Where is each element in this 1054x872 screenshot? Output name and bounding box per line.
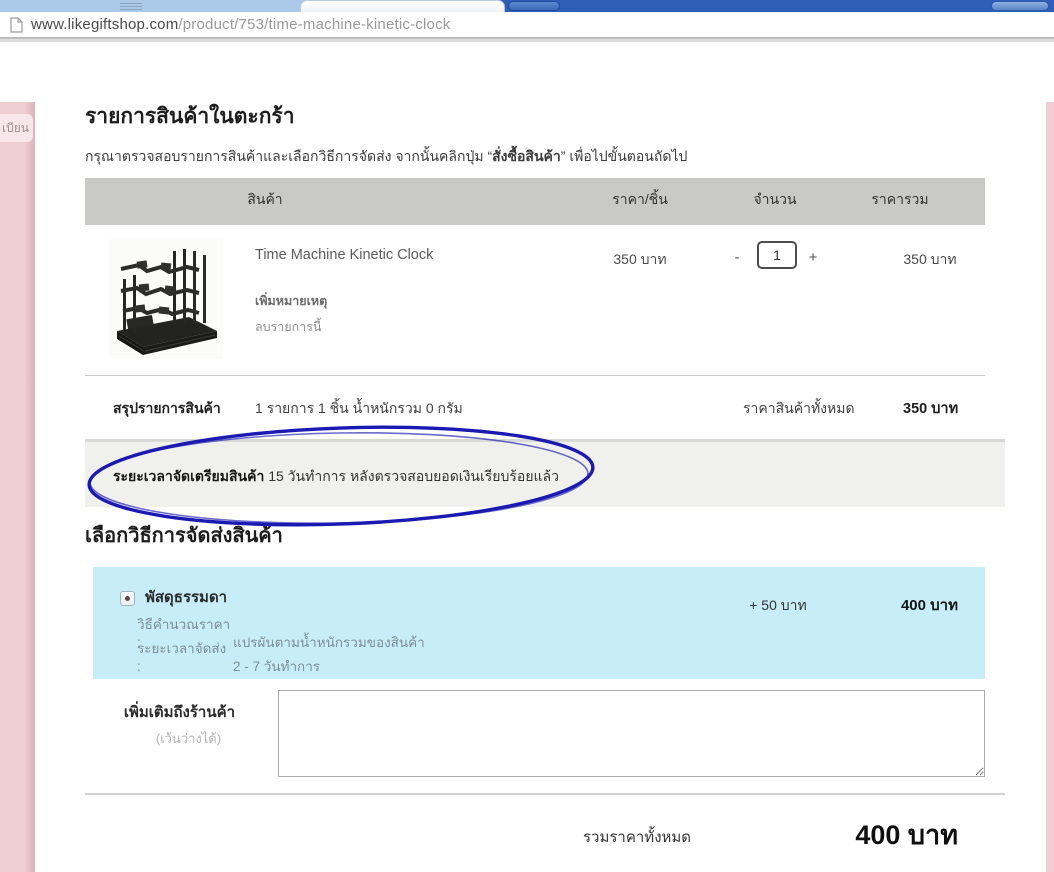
- shipping-title: เลือกวิธีการจัดส่งสินค้า: [85, 525, 283, 547]
- browser-tab-bar: [0, 0, 1054, 12]
- product-image[interactable]: [109, 239, 223, 359]
- grand-total-row: รวมราคาทั้งหมด 400 บาท: [85, 795, 985, 865]
- preparation-notice-bold: ระยะเวลาจัดเตรียมสินค้า: [113, 468, 265, 484]
- instruction-order-button-name: สั่งซื้อสินค้า: [492, 148, 561, 164]
- window-control-button[interactable]: [991, 1, 1049, 11]
- grand-total-value: 400 บาท: [855, 820, 958, 850]
- tab-menu-icon: [120, 3, 142, 10]
- register-tab-label: เบียน: [2, 121, 29, 135]
- right-sidebar-strip: [1046, 102, 1054, 872]
- preparation-notice-bar: ระยะเวลาจัดเตรียมสินค้า 15 วันทำการ หลัง…: [85, 425, 1005, 527]
- note-label: เพิ่มเติมถึงร้านค้า: [123, 704, 236, 721]
- add-note-link[interactable]: เพิ่มหมายเหตุ: [255, 291, 327, 311]
- summary-row: สรุปรายการสินค้า 1 รายการ 1 ชิ้น น้ำหนัก…: [85, 376, 985, 439]
- cart-page: รายการสินค้าในตะกร้า กรุณาตรวจสอบรายการส…: [35, 102, 1046, 872]
- shipping-option-name: พัสดุธรรมดา: [145, 589, 228, 606]
- unit-price: 350 บาท: [613, 251, 667, 267]
- product-name[interactable]: Time Machine Kinetic Clock: [255, 247, 433, 263]
- preparation-notice-rest: 15 วันทำการ หลังตรวจสอบยอดเงินเรียบร้อยแ…: [264, 468, 559, 484]
- left-sidebar-strip: เบียน: [0, 102, 35, 872]
- instruction-prefix: กรุณาตรวจสอบรายการสินค้าและเลือกวิธีการจ…: [85, 148, 493, 164]
- url-host: www.likegiftshop.com: [31, 16, 179, 33]
- url-input[interactable]: www.likegiftshop.com/product/753/time-ma…: [31, 16, 450, 33]
- instruction-suffix: ” เพื่อไปขั้นตอนถัดไป: [560, 148, 688, 164]
- header-total: ราคารวม: [871, 190, 929, 207]
- shipping-option[interactable]: พัสดุธรรมดา วิธีคำนวณราคา : แปรผันตามน้ำห…: [93, 567, 985, 679]
- address-bar: www.likegiftshop.com/product/753/time-ma…: [0, 12, 1054, 38]
- note-hint: (เว้นว่างได้): [155, 731, 222, 746]
- shipping-total: 400 บาท: [900, 597, 958, 614]
- summary-total-value: 350 บาท: [903, 401, 959, 417]
- summary-total-label: ราคาสินค้าทั้งหมด: [743, 400, 855, 416]
- tab-bar-left-area: [0, 0, 310, 12]
- summary-detail: 1 รายการ 1 ชิ้น น้ำหนักรวม 0 กรัม: [255, 400, 463, 416]
- cart-item-row: Time Machine Kinetic Clock เพิ่มหมายเหตุ…: [85, 225, 985, 375]
- note-section: เพิ่มเติมถึงร้านค้า (เว้นว่างได้): [85, 690, 985, 777]
- browser-active-tab[interactable]: [300, 0, 505, 12]
- page-viewport: เบียน รายการสินค้าในตะกร้า กรุณาตรวจสอบร…: [0, 102, 1054, 872]
- cart-table-header: สินค้า ราคา/ชิ้น จำนวน ราคารวม: [85, 178, 985, 225]
- instruction-text: กรุณาตรวจสอบรายการสินค้าและเลือกวิธีการจ…: [85, 144, 1046, 168]
- shipping-surcharge: + 50 บาท: [749, 597, 807, 613]
- grand-total-label: รวมราคาทั้งหมด: [583, 829, 692, 846]
- url-path: /product/753/time-machine-kinetic-clock: [178, 16, 451, 33]
- header-product: สินค้า: [247, 190, 283, 207]
- line-total: 350 บาท: [903, 251, 957, 267]
- browser-window: www.likegiftshop.com/product/753/time-ma…: [0, 0, 1054, 872]
- summary-label: สรุปรายการสินค้า: [113, 400, 221, 416]
- header-quantity: จำนวน: [753, 190, 797, 207]
- quantity-input[interactable]: [757, 241, 797, 269]
- chrome-divider: [0, 38, 1054, 42]
- delete-item-link[interactable]: ลบรายการนี้: [255, 317, 322, 337]
- new-tab-button[interactable]: [508, 1, 560, 11]
- shipping-duration-value: 2 - 7 วันทำการ: [233, 659, 321, 674]
- quantity-increase-button[interactable]: +: [805, 249, 821, 266]
- shipping-duration-line: ระยะเวลาจัดส่ง : 2 - 7 วันทำการ: [137, 637, 320, 677]
- quantity-decrease-button[interactable]: -: [729, 249, 745, 266]
- note-labels: เพิ่มเติมถึงร้านค้า (เว้นว่างได้): [85, 690, 235, 777]
- register-tab-fragment[interactable]: เบียน: [0, 114, 33, 142]
- page-title: รายการสินค้าในตะกร้า: [85, 105, 295, 128]
- note-textarea[interactable]: [278, 690, 985, 777]
- radio-selected-icon[interactable]: [120, 591, 135, 606]
- radio-dot: [125, 596, 130, 601]
- page-icon: [10, 16, 23, 33]
- shipping-duration-label: ระยะเวลาจัดส่ง :: [137, 641, 227, 674]
- preparation-notice-text: ระยะเวลาจัดเตรียมสินค้า 15 วันทำการ หลัง…: [113, 466, 559, 488]
- header-price-per-piece: ราคา/ชิ้น: [612, 190, 668, 207]
